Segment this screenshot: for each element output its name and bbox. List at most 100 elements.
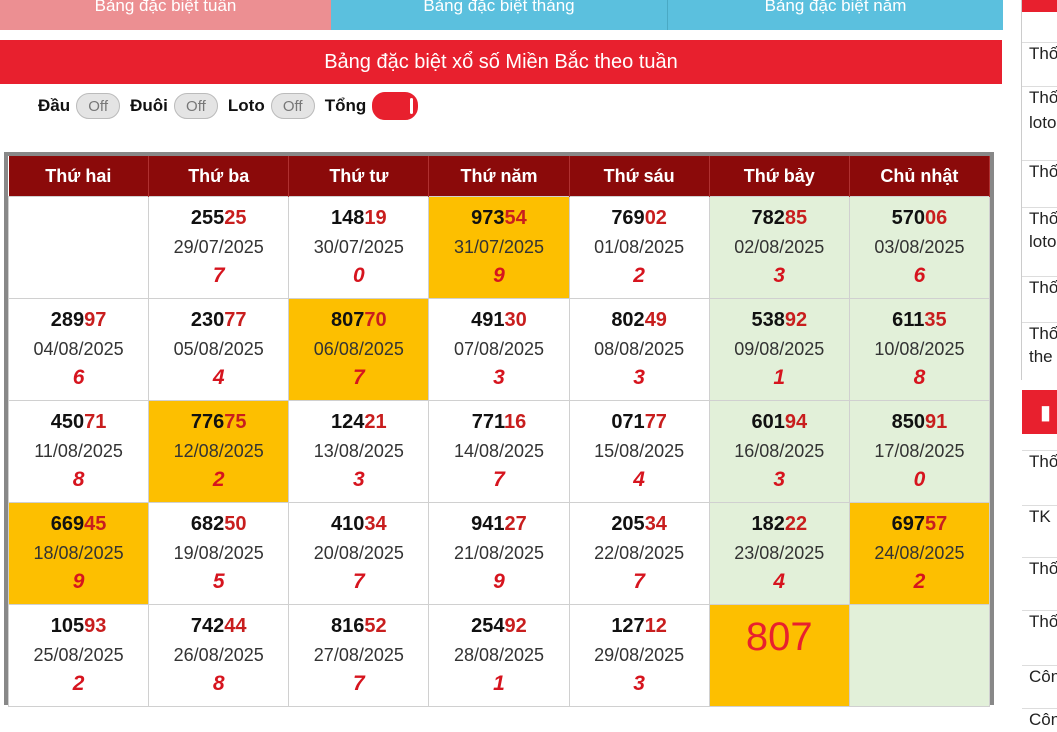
toggle-duoi-switch[interactable]: Off — [173, 93, 218, 119]
result-tail: 93 — [84, 615, 107, 637]
result-sum: 4 — [212, 366, 225, 389]
result-sum: 2 — [72, 672, 85, 695]
result-partial: 807 — [745, 615, 813, 659]
sidebar: ▮ Thố Thố loto Thố Thố loto Thố Thố the Thố TK Thố Th… — [1022, 0, 1057, 732]
sidebar-item[interactable]: Thố — [1022, 42, 1057, 65]
day-cell: 78285 02/08/2025 3 — [708, 196, 850, 299]
table-row: 28997 04/08/2025 6 23077 05/08/2025 4 80770 06/… — [7, 298, 991, 401]
sidebar-item[interactable]: Thố — [1022, 322, 1057, 345]
result-sum: 2 — [913, 570, 926, 593]
day-cell: 76902 01/08/2025 2 — [568, 196, 710, 299]
sidebar-item[interactable]: Côn — [1022, 665, 1057, 688]
result-sum: 2 — [633, 264, 645, 287]
result-sum: 7 — [212, 264, 225, 287]
tab-yearly[interactable]: Bảng đặc biệt năm — [667, 0, 1003, 30]
tab-monthly[interactable]: Bảng đặc biệt tháng — [331, 0, 667, 30]
result-tail: 71 — [84, 411, 107, 433]
sidebar-item[interactable]: Thố — [1022, 160, 1057, 183]
day-cell: 77675 12/08/2025 2 — [148, 400, 290, 503]
table-row: 45071 11/08/2025 8 77675 12/08/2025 2 12421 13/… — [7, 400, 991, 503]
result-head: 124 — [331, 411, 365, 433]
sidebar-header — [1022, 0, 1057, 12]
result-head: 538 — [751, 309, 785, 331]
result-sum: 4 — [773, 570, 786, 593]
result-date: 16/08/2025 — [734, 441, 825, 461]
sidebar-item[interactable]: Thố — [1022, 86, 1057, 109]
result-number: 80770 — [289, 309, 428, 331]
toggle-dau-switch[interactable]: Off — [76, 93, 121, 119]
sidebar-item[interactable]: Thố — [1022, 557, 1057, 580]
sidebar-item[interactable]: Thố — [1022, 276, 1057, 299]
result-head: 450 — [50, 411, 85, 433]
result-tail: 19 — [364, 207, 387, 229]
sidebar-item[interactable]: Thố — [1022, 610, 1057, 633]
result-number: 25525 — [149, 207, 288, 229]
tab-yearly-label: Bảng đặc biệt năm — [764, 0, 907, 15]
result-tail: 57 — [924, 513, 948, 535]
result-tail: 22 — [784, 513, 808, 535]
result-head: 771 — [471, 411, 504, 433]
result-tail: 75 — [224, 411, 247, 433]
result-head: 255 — [190, 207, 225, 229]
day-cell: 41034 20/08/2025 7 — [288, 502, 430, 605]
results-grid: Thứ hai Thứ ba Thứ tư Thứ năm Thứ sáu Thứ bảy… — [4, 152, 994, 707]
day-cell: 10593 25/08/2025 2 — [7, 604, 150, 707]
sidebar-item[interactable]: loto — [1022, 231, 1057, 253]
toggle-loto-switch[interactable]: Off — [270, 93, 315, 119]
sidebar-item[interactable]: TK — [1022, 505, 1057, 528]
sidebar-item[interactable]: the — [1022, 346, 1057, 368]
result-date: 01/08/2025 — [594, 237, 685, 257]
result-tail: 34 — [364, 513, 387, 535]
result-sum: 9 — [493, 570, 505, 593]
result-date: 11/08/2025 — [34, 441, 123, 461]
tab-weekly[interactable]: Bảng đặc biệt tuần — [0, 0, 331, 30]
result-tail: 02 — [644, 207, 667, 229]
result-date: 29/08/2025 — [594, 645, 685, 665]
toggle-dau-label: Đầu — [38, 96, 71, 115]
result-number: 61135 — [850, 309, 989, 331]
result-sum: 6 — [913, 264, 926, 287]
result-head: 570 — [891, 207, 925, 229]
result-date: 02/08/2025 — [734, 237, 825, 257]
result-date: 20/08/2025 — [313, 543, 404, 563]
column-header: Thứ sáu — [569, 156, 710, 197]
result-tail: 25 — [224, 207, 247, 229]
result-sum: 1 — [493, 672, 505, 695]
toggle-duoi-label: Đuôi — [130, 96, 168, 115]
day-cell: 12421 13/08/2025 3 — [288, 400, 430, 503]
result-number: 68250 — [149, 513, 288, 535]
result-date: 13/08/2025 — [313, 441, 404, 461]
toggle-tong-switch[interactable] — [372, 92, 419, 120]
result-tail: 21 — [364, 411, 387, 433]
result-number: 74244 — [149, 615, 288, 637]
result-sum: 7 — [633, 570, 645, 593]
day-cell: 68250 19/08/2025 5 — [148, 502, 290, 605]
sidebar-item[interactable]: Côn — [1022, 708, 1057, 731]
result-number: 76902 — [570, 207, 709, 229]
result-date: 04/08/2025 — [33, 339, 124, 359]
sidebar-item[interactable]: Thố — [1022, 450, 1057, 473]
sidebar-item[interactable]: Thố — [1022, 207, 1057, 230]
result-date: 31/07/2025 — [453, 237, 545, 257]
result-sum: 7 — [353, 366, 365, 389]
column-header: Thứ bảy — [709, 156, 850, 197]
result-head: 230 — [190, 309, 225, 331]
result-number: 49130 — [429, 309, 568, 331]
sidebar-item[interactable]: loto — [1022, 112, 1057, 134]
result-number: 23077 — [149, 309, 288, 331]
column-header: Thứ hai — [8, 156, 150, 197]
result-number: 81652 — [289, 615, 428, 637]
result-head: 127 — [611, 615, 645, 637]
result-date: 19/08/2025 — [173, 543, 264, 563]
result-sum: 2 — [212, 468, 225, 491]
result-sum: 5 — [212, 570, 225, 593]
day-cell: 07177 15/08/2025 4 — [568, 400, 710, 503]
tab-bar: Bảng đặc biệt tuần Bảng đặc biệt tháng B… — [0, 0, 1003, 30]
result-head: 611 — [892, 309, 925, 331]
result-head: 850 — [891, 411, 925, 433]
result-sum: 8 — [72, 468, 85, 491]
day-cell: 61135 10/08/2025 8 — [848, 298, 991, 401]
result-head: 105 — [50, 615, 85, 637]
result-sum: 8 — [913, 366, 926, 389]
result-tail: 52 — [364, 615, 387, 637]
